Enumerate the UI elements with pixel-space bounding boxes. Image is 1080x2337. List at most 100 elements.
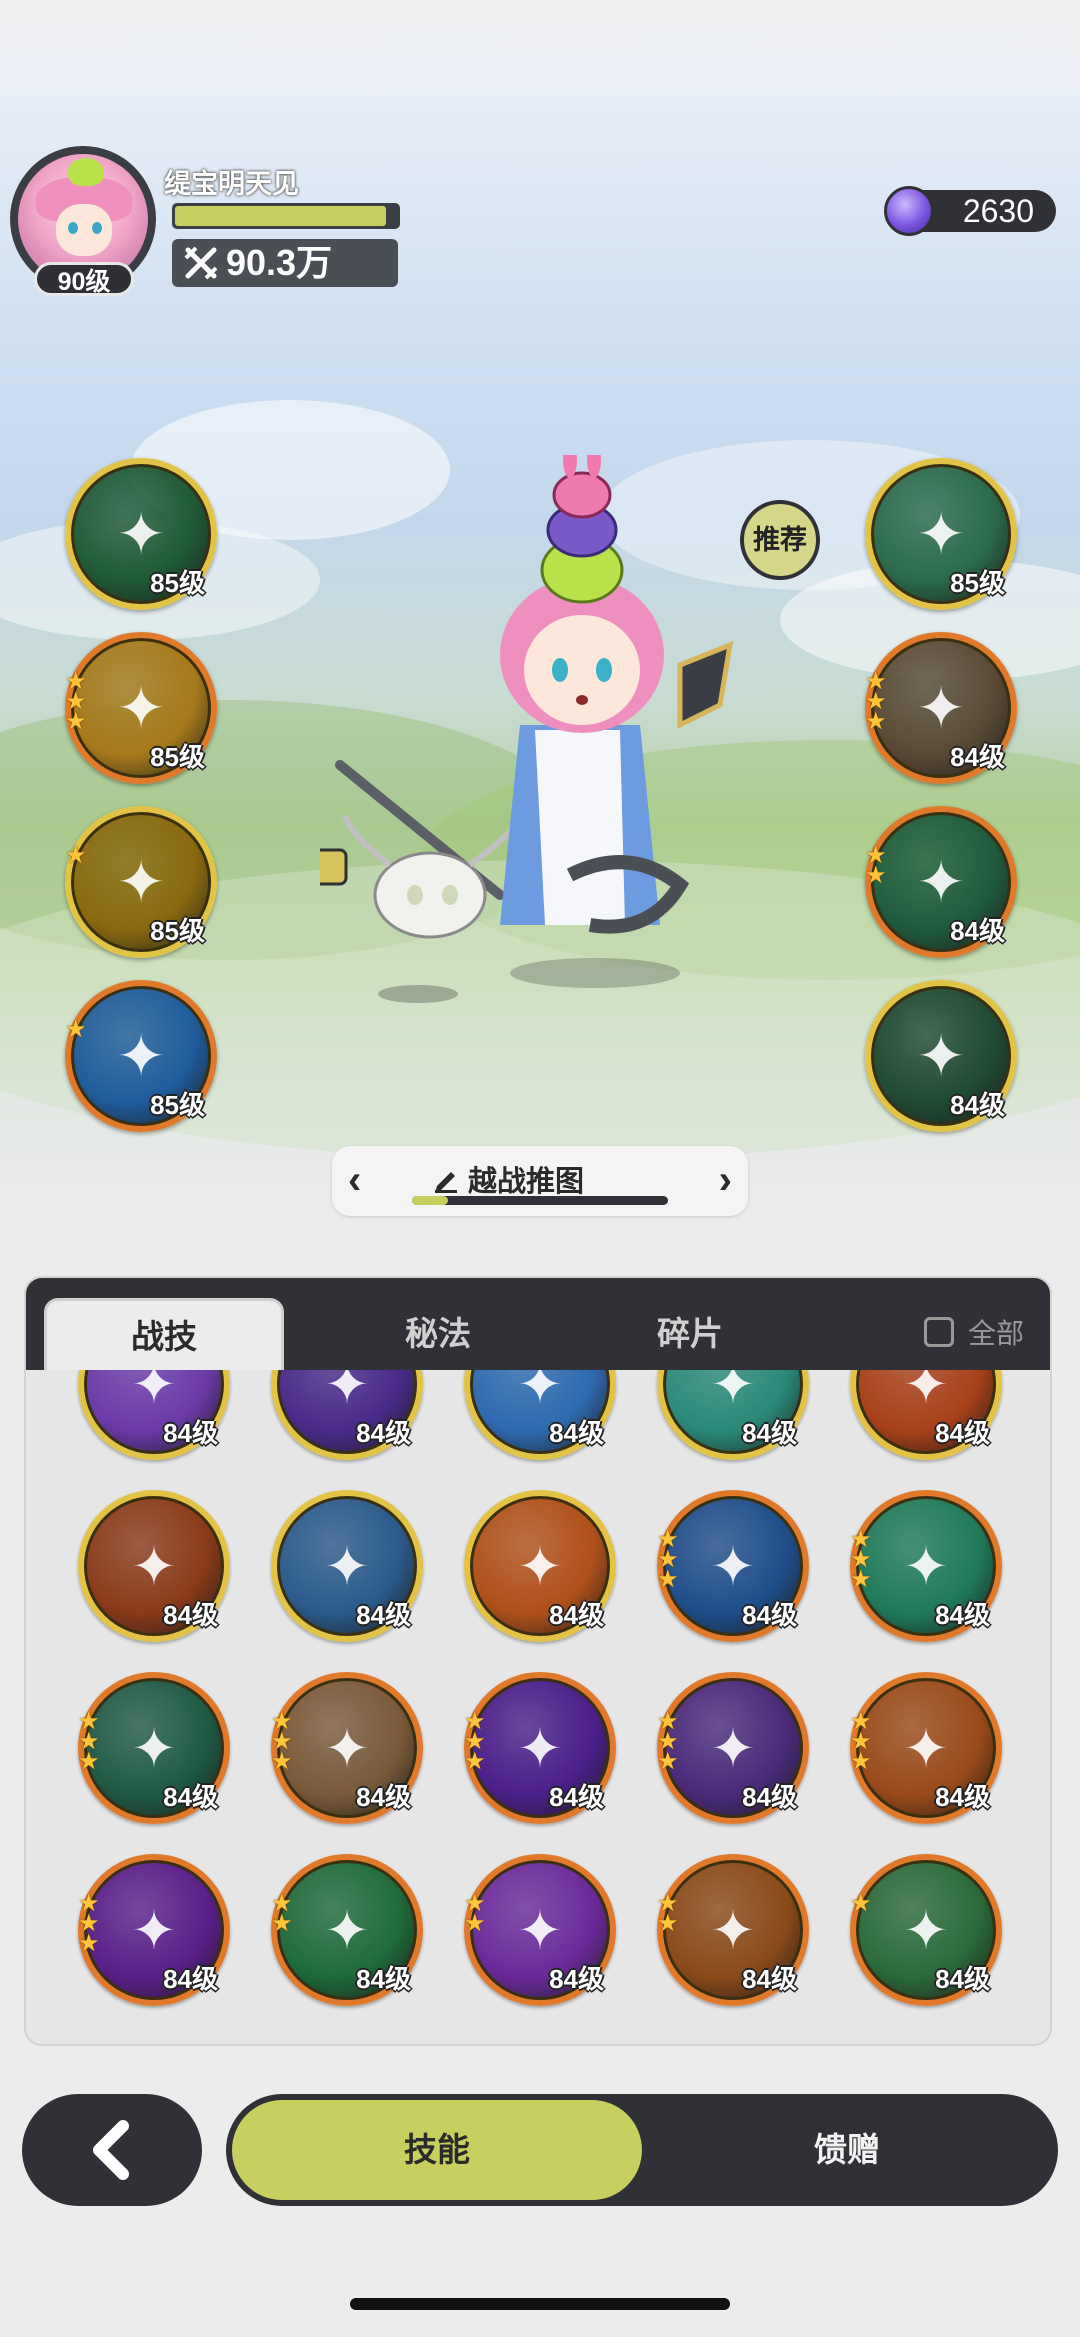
star-icon: ★ <box>464 1910 486 1937</box>
star-icon: ★ <box>65 1016 87 1043</box>
skill-slot[interactable]: ✦ 84级 <box>464 1370 616 1460</box>
back-button[interactable] <box>22 2094 202 2206</box>
crossed-swords-icon <box>184 246 218 280</box>
skill-level: 84级 <box>742 1600 797 1630</box>
star-icon: ★ <box>865 862 887 889</box>
skill-level: 85级 <box>150 916 205 946</box>
skill-slot[interactable]: ✦ ★ ★ ★ 84级 <box>78 1854 230 2006</box>
star-rating: ★ ★ ★ <box>464 1710 486 1775</box>
skill-level: 84级 <box>549 1600 604 1630</box>
pencil-icon <box>435 1172 457 1193</box>
skill-slot[interactable]: ✦ 85级 <box>65 458 217 610</box>
skill-level: 85级 <box>950 568 1005 598</box>
skill-slot[interactable]: ✦ 84级 <box>657 1370 809 1460</box>
skill-level: 84级 <box>935 1782 990 1812</box>
skill-level: 84级 <box>549 1782 604 1812</box>
chevron-left-icon <box>93 2120 129 2180</box>
show-all-toggle[interactable]: 全部 <box>923 1312 1024 1352</box>
skill-slot[interactable]: ✦★84级 <box>271 1370 423 1460</box>
skill-slot[interactable]: ✦ ★ ★ 84级 <box>271 1854 423 2006</box>
skill-slot[interactable]: ✦ ★ 85级 <box>65 980 217 1132</box>
skill-slot[interactable]: ✦ ★ ★ ★ 84级 <box>271 1672 423 1824</box>
combat-power-value: 90.3万 <box>226 242 333 283</box>
hero-character[interactable] <box>320 455 800 975</box>
tab-secret-arts[interactable]: 秘法 <box>318 1298 558 1370</box>
skill-level: 84级 <box>356 1782 411 1812</box>
star-rating: ★ ★ <box>271 1892 293 1936</box>
chevron-right-icon[interactable]: › <box>719 1158 732 1203</box>
skill-slot[interactable]: ✦ 84级 <box>850 1370 1002 1460</box>
tab-fragments[interactable]: 碎片 <box>570 1298 810 1370</box>
skill-level: 84级 <box>742 1782 797 1812</box>
panel-tabs: 战技 秘法 碎片 全部 <box>26 1278 1050 1370</box>
skill-slot[interactable]: ✦ ★ ★ ★ 84级 <box>657 1672 809 1824</box>
skill-level: 84级 <box>163 1418 218 1448</box>
skill-level: 84级 <box>163 1600 218 1630</box>
skill-slot[interactable]: ✦ ★ ★ 84级 <box>865 806 1017 958</box>
stage-title-button[interactable]: 越战推图 <box>432 1158 584 1200</box>
tab-skills[interactable]: 技能 <box>232 2100 642 2200</box>
skill-level: 84级 <box>356 1600 411 1630</box>
all-checkbox[interactable] <box>923 1317 954 1347</box>
skill-slot[interactable]: ✦ ★ ★ ★ 84级 <box>464 1672 616 1824</box>
purple-gem-icon <box>884 186 934 236</box>
skill-level: 84级 <box>163 1782 218 1812</box>
skill-slot[interactable]: ✦ ★ ★ 84级 <box>464 1854 616 2006</box>
tab-combat-skills[interactable]: 战技 <box>44 1298 284 1370</box>
skill-slot[interactable]: ✦ ★ ★ ★ 84级 <box>850 1672 1002 1824</box>
skill-level: 84级 <box>549 1964 604 1994</box>
star-rating: ★ <box>65 1016 87 1043</box>
skill-level: 84级 <box>549 1418 604 1448</box>
skill-slot[interactable]: ✦ 84级 <box>271 1490 423 1642</box>
star-icon: ★ <box>78 1748 100 1775</box>
skill-slot[interactable]: ✦ 84级 <box>865 980 1017 1132</box>
combat-power: 90.3万 <box>172 239 398 287</box>
chevron-left-icon[interactable]: ‹ <box>348 1158 361 1203</box>
skill-panel: 战技 秘法 碎片 全部 ✦★84级 ✦★84级 ✦84级 ✦84级 ✦84级 ✦84级 ✦8… <box>24 1276 1052 2046</box>
tab-gifts[interactable]: 馈赠 <box>642 2100 1052 2200</box>
star-icon: ★ <box>850 1890 872 1917</box>
skill-slot[interactable]: ✦ 84级 <box>78 1490 230 1642</box>
star-rating: ★ ★ ★ <box>657 1528 679 1593</box>
star-icon: ★ <box>657 1566 679 1593</box>
star-rating: ★ ★ ★ <box>78 1892 100 1957</box>
skill-grid: ✦★84级 ✦★84级 ✦84级 ✦84级 ✦84级 ✦84级 ✦84级 ✦84级 ✦★★★84… <box>26 1370 1050 2044</box>
skill-slot[interactable]: ✦ ★ 85级 <box>65 806 217 958</box>
skill-level: 84级 <box>356 1418 411 1448</box>
star-icon: ★ <box>78 1930 100 1957</box>
skill-slot[interactable]: ✦ ★ ★ ★ 85级 <box>65 632 217 784</box>
skill-slot[interactable]: ✦★84级 <box>78 1370 230 1460</box>
star-icon: ★ <box>271 1748 293 1775</box>
skill-slot[interactable]: ✦ 84级 <box>464 1490 616 1642</box>
star-rating: ★ ★ ★ <box>271 1710 293 1775</box>
pet-shadow <box>378 985 458 1003</box>
skill-level: 85级 <box>150 568 205 598</box>
star-icon: ★ <box>657 1910 679 1937</box>
skill-slot[interactable]: ✦ ★ ★ ★ 84级 <box>78 1672 230 1824</box>
currency-amount: 2630 <box>962 193 1034 229</box>
skill-level: 84级 <box>356 1964 411 1994</box>
skill-level: 85级 <box>150 742 205 772</box>
skill-slot[interactable]: ✦★84级 <box>850 1854 1002 2006</box>
skill-slot[interactable]: ✦ ★ ★ 84级 <box>657 1854 809 2006</box>
bottom-tab-bar: 技能 馈赠 <box>226 2094 1058 2206</box>
stage-title: 越战推图 <box>468 1166 585 1198</box>
star-icon: ★ <box>464 1748 486 1775</box>
skill-level: 84级 <box>742 1964 797 1994</box>
star-icon: ★ <box>65 708 87 735</box>
skill-slot[interactable]: ✦ ★ ★ ★ 84级 <box>657 1490 809 1642</box>
skill-slot[interactable]: ✦ 85级 <box>865 458 1017 610</box>
player-name: 缇宝明天见 <box>164 169 299 199</box>
star-icon: ★ <box>865 708 887 735</box>
skill-level: 84级 <box>950 1090 1005 1120</box>
skill-slot[interactable]: ✦ ★ ★ ★ 84级 <box>850 1490 1002 1642</box>
stage-progress-bar <box>412 1196 668 1205</box>
star-icon: ★ <box>65 842 87 869</box>
star-rating: ★ ★ <box>464 1892 486 1937</box>
skill-level: 84级 <box>950 916 1005 946</box>
star-rating: ★ ★ ★ <box>65 670 87 735</box>
skill-slot[interactable]: ✦ ★ ★ ★ 84级 <box>865 632 1017 784</box>
star-rating: ★ ★ ★ <box>865 670 887 735</box>
home-indicator[interactable] <box>350 2298 730 2310</box>
skill-level: 84级 <box>163 1964 218 1994</box>
